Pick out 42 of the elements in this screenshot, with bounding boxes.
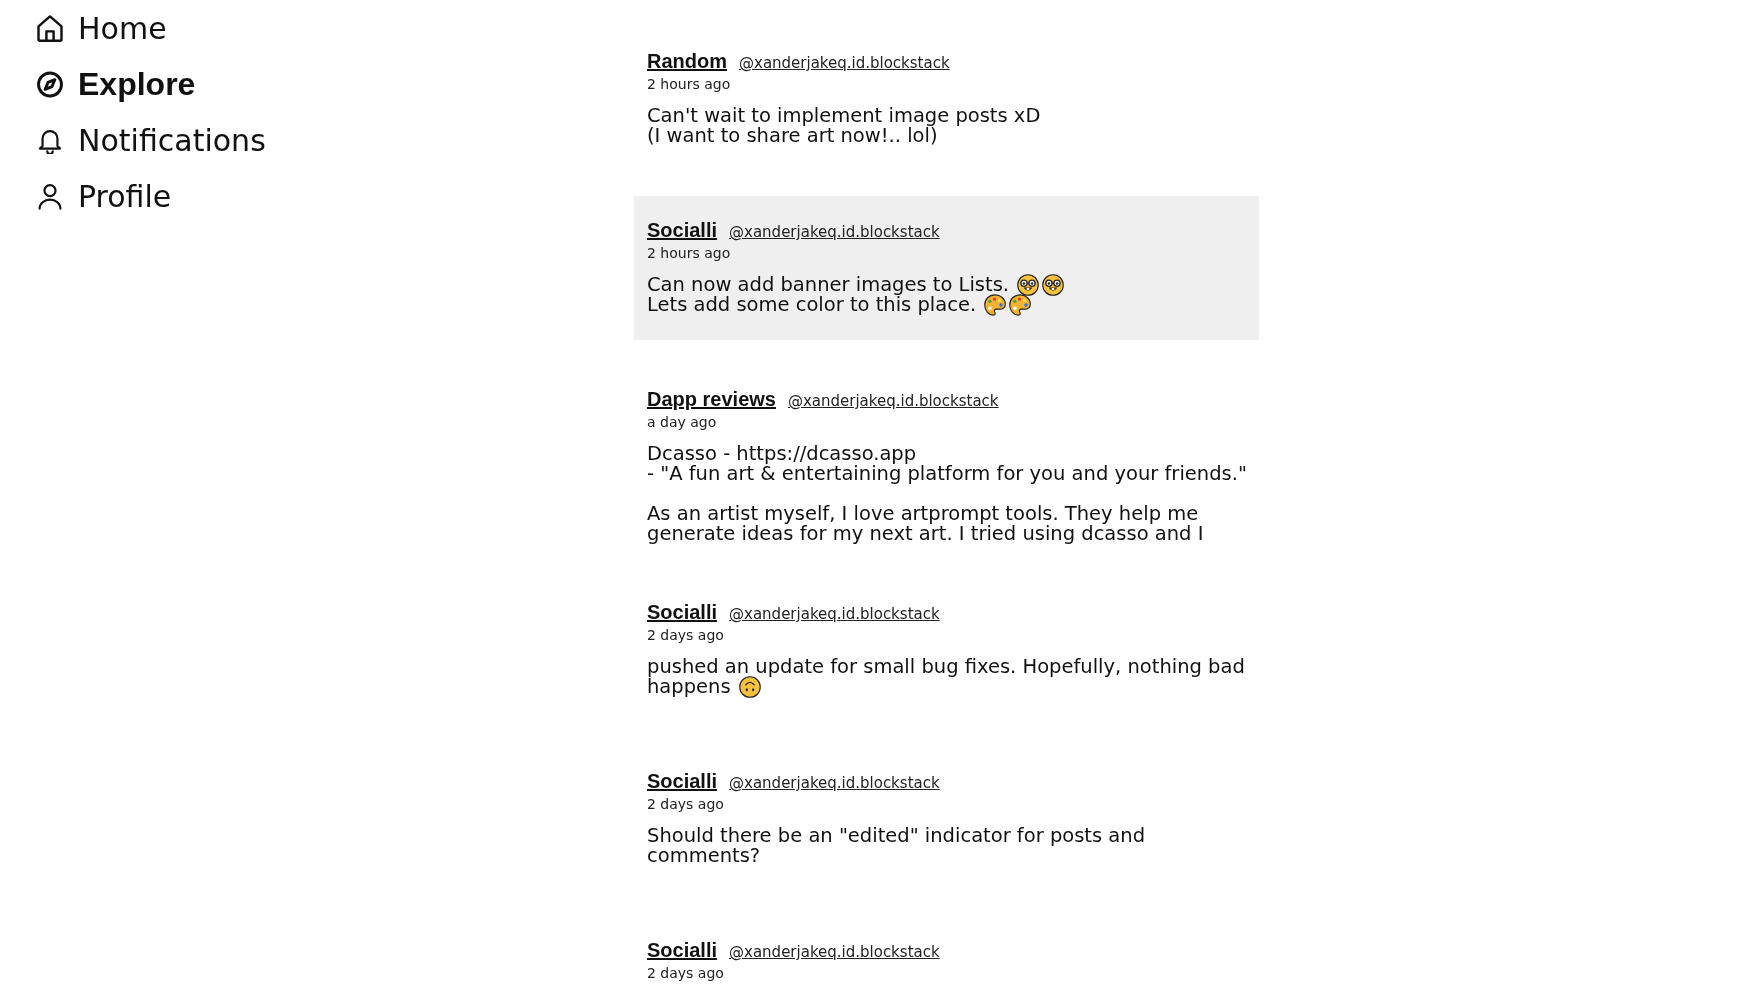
post-text: comments?: [647, 846, 761, 866]
post-text: (I want to share art now!.. lol): [647, 126, 938, 146]
post-text: pushed an update for small bug fixes. Hopefully, nothing bad: [647, 657, 1245, 677]
nav-item[interactable]: Notifications: [37, 112, 266, 168]
post-text: - "A fun art & entertaining platform for you and your friends.": [647, 464, 1247, 484]
post-text: generate ideas for my next art. I tried using dcasso and I: [647, 524, 1204, 544]
post-time: 2 hours ago: [647, 244, 732, 262]
author-link[interactable]: Random: [647, 49, 727, 73]
author-link[interactable]: Dapp reviews: [647, 387, 776, 411]
author-link[interactable]: Socialli: [647, 600, 718, 624]
post-text: Can't wait to implement image posts xD: [647, 106, 1041, 126]
post-time: 2 days ago: [647, 626, 725, 644]
post-time: 2 hours ago: [647, 75, 732, 93]
nav-item[interactable]: Profile: [37, 168, 172, 224]
nerd-face-emoji-icon: [1017, 274, 1040, 296]
post-time: a day ago: [647, 413, 718, 431]
upside-down-face-emoji-icon: [738, 676, 761, 698]
nav-item[interactable]: Explore: [37, 56, 196, 112]
palette-emoji-icon: [1009, 294, 1032, 316]
post-text: Lets add some color to this place.: [647, 295, 977, 315]
handle-link[interactable]: @xanderjakeq.id.blockstack: [729, 771, 940, 795]
post-text: Dcasso - https://dcasso.app: [647, 444, 917, 464]
nerd-face-emoji-icon: [1042, 274, 1065, 296]
author-link[interactable]: Socialli: [647, 938, 718, 962]
handle-link[interactable]: @xanderjakeq.id.blockstack: [739, 51, 950, 75]
post-text: Can now add banner images to Lists.: [647, 275, 1010, 295]
compass-icon: [37, 70, 63, 98]
post-time: 2 days ago: [647, 795, 725, 813]
person-icon: [37, 182, 63, 210]
palette-emoji-icon: [984, 294, 1007, 316]
home-icon: [37, 14, 63, 42]
handle-link[interactable]: @xanderjakeq.id.blockstack: [729, 220, 940, 244]
handle-link[interactable]: @xanderjakeq.id.blockstack: [729, 602, 940, 626]
author-link[interactable]: Socialli: [647, 218, 718, 242]
post-text: Should there be an "edited" indicator for posts and: [647, 826, 1146, 846]
post-time: 2 days ago: [647, 964, 725, 982]
post-text: As an artist myself, I love artprompt tools. They help me: [647, 504, 1199, 524]
handle-link[interactable]: @xanderjakeq.id.blockstack: [729, 940, 940, 964]
handle-link[interactable]: @xanderjakeq.id.blockstack: [787, 389, 999, 413]
nav-item[interactable]: Home: [37, 0, 167, 56]
author-link[interactable]: Socialli: [647, 769, 718, 793]
post-text: happens: [647, 677, 731, 697]
